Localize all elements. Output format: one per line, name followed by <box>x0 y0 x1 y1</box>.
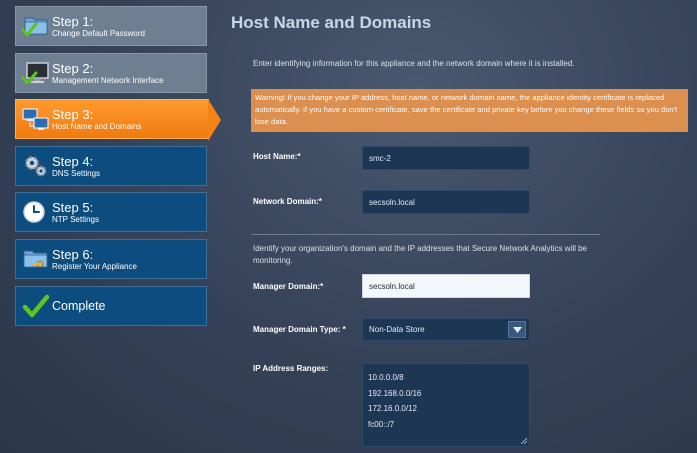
checkmark-icon <box>21 292 51 320</box>
step-subtitle: DNS Settings <box>52 168 101 178</box>
ip-range-line: 192.168.0.0/16 <box>368 388 422 398</box>
step-subtitle: Host Name and Domains <box>52 121 142 131</box>
step-title: Step 3: <box>52 106 94 122</box>
wizard-step-6[interactable]: Step 6: Register Your Appliance <box>15 239 207 279</box>
step-title: Step 5: <box>52 199 94 215</box>
wizard-step-complete[interactable]: Complete <box>15 286 207 326</box>
network-domain-input[interactable] <box>362 190 530 214</box>
step-subtitle: NTP Settings <box>52 214 99 224</box>
folder-key-icon <box>21 245 51 273</box>
wizard-step-5[interactable]: Step 5: NTP Settings <box>15 192 207 232</box>
gears-icon <box>21 152 51 180</box>
resize-grip-icon[interactable] <box>521 438 527 444</box>
wizard-step-4[interactable]: Step 4: DNS Settings <box>15 146 207 186</box>
folder-check-icon <box>21 12 51 40</box>
monitor-check-icon <box>21 59 51 87</box>
section-divider <box>251 234 600 235</box>
wizard-step-2[interactable]: Step 2: Management Network Interface <box>15 53 207 93</box>
wizard-step-1-text: Step 1: Change Default Password <box>52 15 145 38</box>
manager-domain-type-select[interactable]: Non-Data Store <box>362 318 530 341</box>
clock-icon <box>21 198 51 226</box>
manager-domain-type-label: Manager Domain Type: * <box>253 325 346 334</box>
wizard-step-3[interactable]: Step 3: Host Name and Domains <box>15 99 221 141</box>
network-domain-label: Network Domain:* <box>253 197 322 206</box>
step-subtitle: Management Network Interface <box>52 75 164 85</box>
ip-range-line: 10.0.0.0/8 <box>368 373 404 382</box>
ip-ranges-label: IP Address Ranges: <box>253 364 329 373</box>
wizard-step-3-text: Step 3: Host Name and Domains <box>52 108 141 131</box>
network-computers-icon <box>21 105 51 133</box>
chevron-down-icon <box>512 326 522 333</box>
page-title: Host Name and Domains <box>231 13 432 32</box>
warning-banner: Warning! If you change your IP address, … <box>251 89 688 132</box>
wizard-step-6-text: Step 6: Register Your Appliance <box>52 248 137 271</box>
section-description: Identify your organization's domain and … <box>253 244 588 265</box>
manager-domain-type-value: Non-Data Store <box>369 325 425 334</box>
step-subtitle: Change Default Password <box>52 28 145 38</box>
step-title: Complete <box>52 298 106 313</box>
host-name-input[interactable] <box>362 146 530 170</box>
host-name-label: Host Name:* <box>253 152 301 161</box>
wizard-step-complete-text: Complete <box>52 300 106 313</box>
intro-text: Enter identifying information for this a… <box>253 59 575 68</box>
ip-range-line: 172.16.0.0/12 <box>368 404 417 413</box>
step-subtitle: Register Your Appliance <box>52 261 137 271</box>
step-title: Step 4: <box>52 153 94 169</box>
step-title: Step 6: <box>52 246 94 262</box>
manager-domain-label: Manager Domain:* <box>253 282 324 291</box>
wizard-step-1[interactable]: Step 1: Change Default Password <box>15 6 207 46</box>
manager-domain-input[interactable] <box>362 274 530 298</box>
ip-ranges-textarea[interactable]: 10.0.0.0/8 192.168.0.0/16 172.16.0.0/12 … <box>362 363 530 447</box>
step-title: Step 2: <box>52 60 94 76</box>
wizard-step-2-text: Step 2: Management Network Interface <box>52 62 164 85</box>
ip-range-line: fc00::/7 <box>368 419 395 429</box>
step-title: Step 1: <box>52 13 94 29</box>
wizard-step-5-text: Step 5: NTP Settings <box>52 201 99 224</box>
dropdown-button[interactable] <box>508 321 526 338</box>
wizard-step-4-text: Step 4: DNS Settings <box>52 155 100 178</box>
